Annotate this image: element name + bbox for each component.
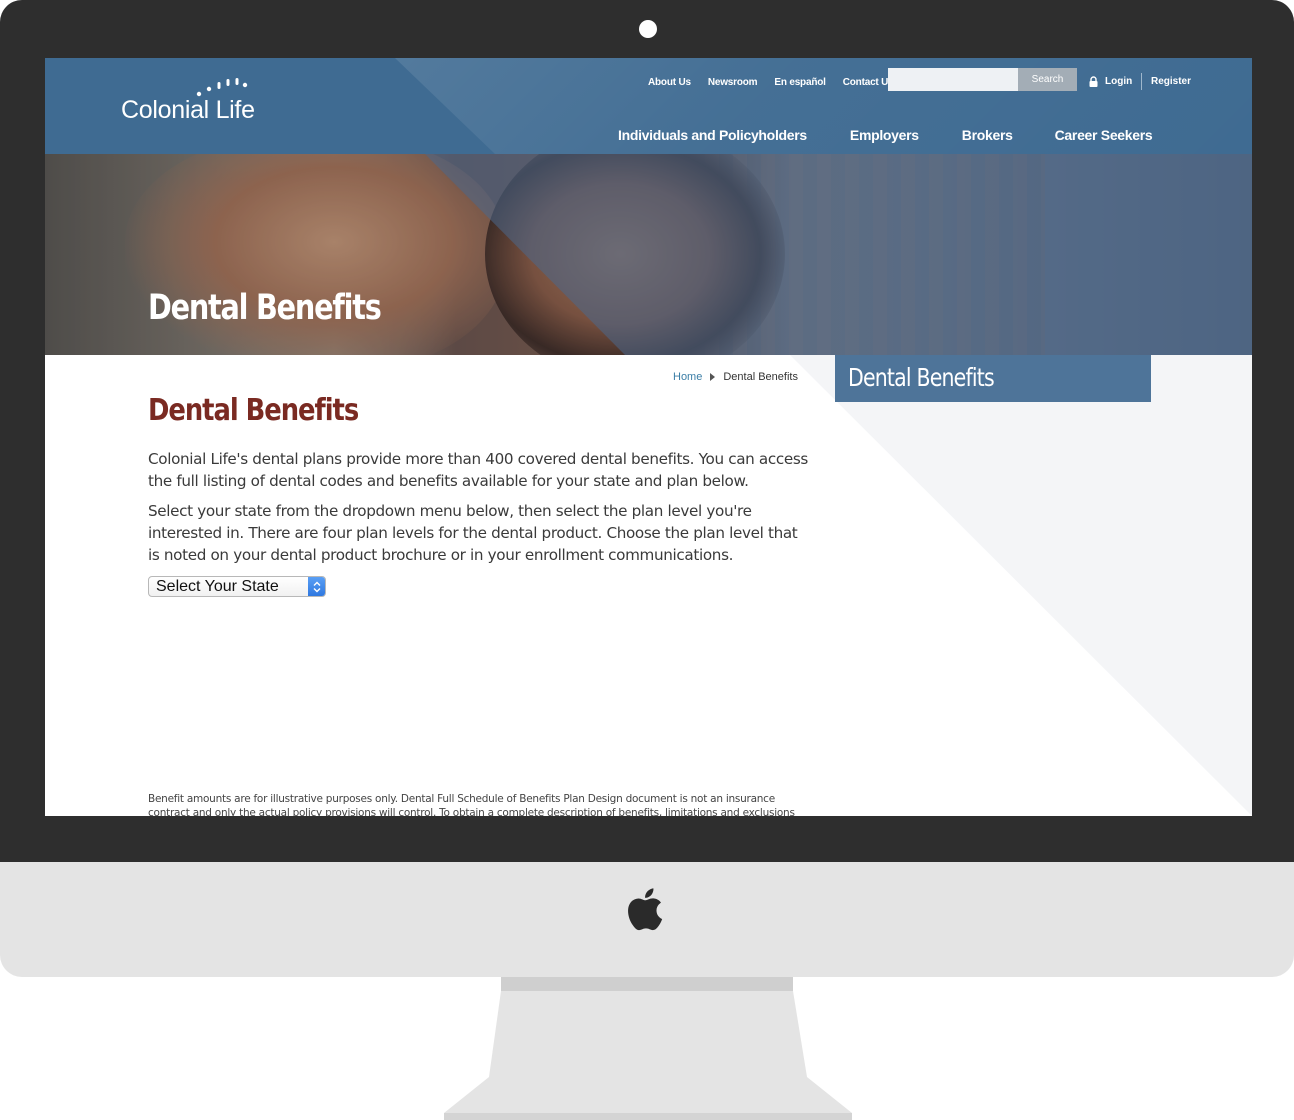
nav-career-seekers[interactable]: Career Seekers	[1055, 127, 1153, 143]
monitor-chin	[0, 862, 1294, 977]
camera-dot	[639, 20, 657, 38]
disclaimer-text: Benefit amounts are for illustrative pur…	[148, 793, 795, 816]
lock-icon	[1089, 76, 1098, 87]
content-diagonal	[790, 355, 1252, 816]
hero-title: Dental Benefits	[148, 288, 382, 328]
intro-paragraph: Colonial Life's dental plans provide mor…	[148, 450, 808, 490]
screen: Colonial Life About Us Newsroom En españ…	[45, 58, 1252, 816]
login-divider	[1141, 73, 1142, 90]
state-select[interactable]: Select Your State	[148, 576, 326, 597]
colonial-life-logo[interactable]: Colonial Life	[121, 76, 291, 138]
util-link-newsroom[interactable]: Newsroom	[708, 77, 758, 88]
main-nav: Individuals and Policyholders Employers …	[618, 127, 1153, 143]
apple-icon	[628, 888, 663, 931]
sidebar-box: Dental Benefits	[835, 355, 1151, 402]
search-input[interactable]	[888, 68, 1018, 91]
nav-brokers[interactable]: Brokers	[962, 127, 1013, 143]
breadcrumb-current: Dental Benefits	[723, 371, 798, 383]
instructions-paragraph: Select your state from the dropdown menu…	[148, 502, 798, 564]
util-link-contact-us[interactable]: Contact Us	[843, 77, 894, 88]
register-link[interactable]: Register	[1151, 76, 1191, 87]
utility-nav: About Us Newsroom En español Contact Us	[648, 77, 894, 88]
logo-text: Colonial Life	[121, 96, 255, 124]
page-heading: Dental Benefits	[148, 393, 359, 428]
util-link-about-us[interactable]: About Us	[648, 77, 691, 88]
state-select-value: Select Your State	[156, 577, 279, 595]
util-link-en-espanol[interactable]: En español	[774, 77, 826, 88]
nav-individuals-and-policyholders[interactable]: Individuals and Policyholders	[618, 127, 807, 143]
breadcrumb: Home Dental Benefits	[673, 371, 798, 383]
search-button[interactable]: Search	[1018, 68, 1077, 91]
nav-employers[interactable]: Employers	[850, 127, 919, 143]
sidebar-title: Dental Benefits	[848, 363, 995, 392]
select-arrows-icon	[308, 577, 325, 596]
site-header: Colonial Life About Us Newsroom En españ…	[45, 58, 1252, 154]
breadcrumb-home[interactable]: Home	[673, 371, 702, 383]
login-link[interactable]: Login	[1105, 76, 1132, 87]
monitor-stand	[444, 991, 852, 1120]
hero-banner: Dental Benefits	[45, 154, 1252, 355]
breadcrumb-arrow-icon	[710, 373, 716, 381]
main-content: Home Dental Benefits Dental Benefits Col…	[45, 355, 1252, 816]
